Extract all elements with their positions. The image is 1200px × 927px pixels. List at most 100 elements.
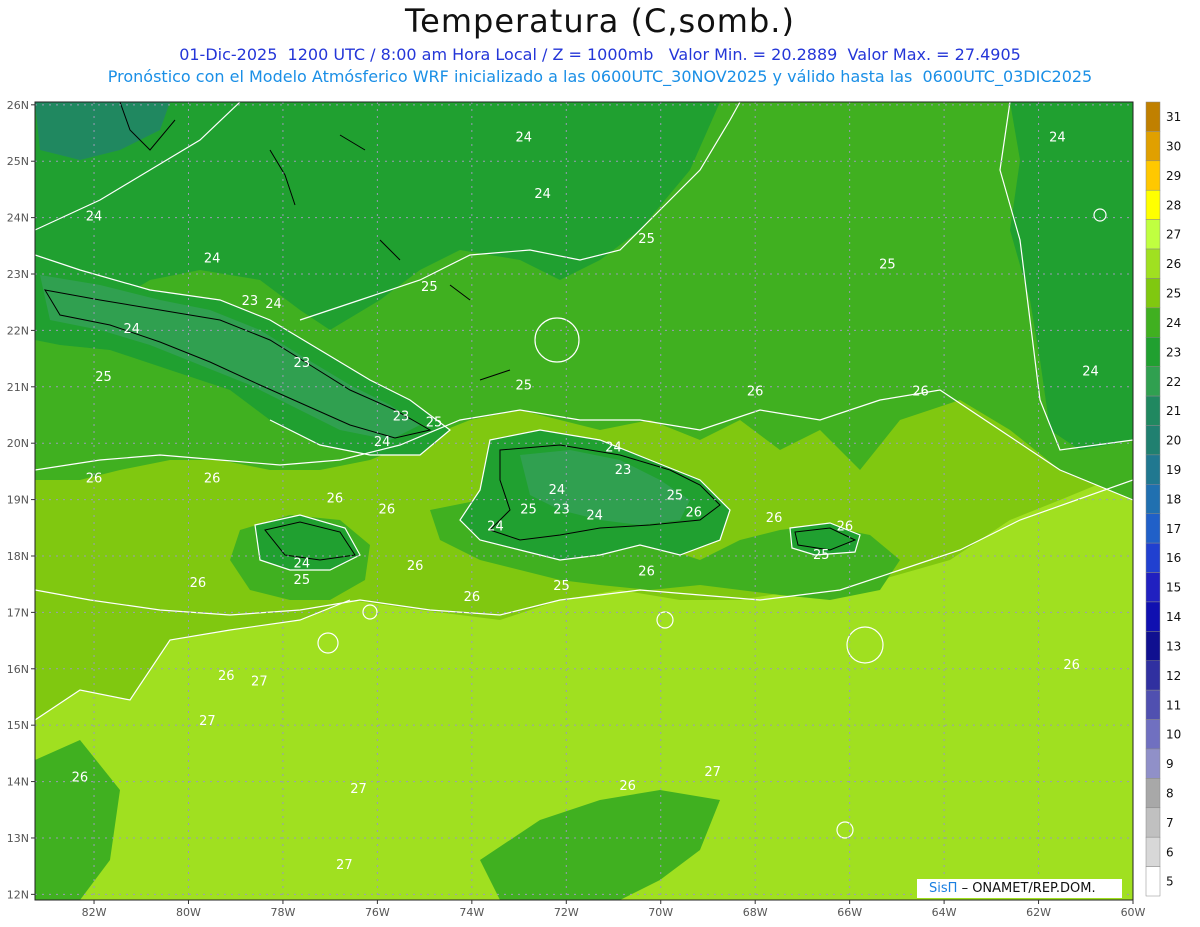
lon-label: 72W [554,906,579,919]
contour-label: 26 [464,590,481,605]
lon-label: 66W [837,906,862,919]
lat-label: 26N [7,99,29,112]
contour-label: 26 [204,472,221,487]
contour-label: 24 [124,322,141,337]
colorbar-swatch [1145,542,1161,573]
contour-label: 23 [393,410,410,425]
contour-label: 23 [553,503,570,518]
colorbar-swatch [1145,248,1161,279]
colorbar-label: 20 [1166,434,1181,448]
colorbar-swatch [1145,278,1161,309]
lat-label: 24N [7,212,29,225]
contour-label: 25 [294,573,311,588]
colorbar-label: 19 [1166,463,1181,477]
lat-label: 18N [7,550,29,563]
colorbar-label: 14 [1166,610,1181,624]
colorbar-swatch [1145,366,1161,397]
contour-label: 26 [190,576,207,591]
contour-label: 24 [534,187,551,202]
colorbar-label: 6 [1166,845,1174,859]
colorbar-label: 27 [1166,228,1181,242]
colorbar-label: 7 [1166,816,1174,830]
colorbar-label: 17 [1166,522,1181,536]
contour-label: 26 [837,520,854,535]
contour-label: 26 [407,559,424,574]
colorbar-swatch [1145,101,1161,132]
lon-label: 80W [176,906,201,919]
contour-label: 25 [667,489,684,504]
colorbar-swatch [1145,660,1161,691]
colorbar-swatch [1145,689,1161,720]
contour-label: 24 [487,520,504,535]
contour-label: 26 [638,565,655,580]
contour-label: 25 [553,579,570,594]
contour-label: 26 [747,384,764,399]
contour-label: 25 [813,548,830,563]
contour-label: 25 [638,232,655,247]
colorbar-swatch [1145,836,1161,867]
colorbar-label: 26 [1166,257,1181,271]
lon-label: 76W [365,906,390,919]
lat-label: 19N [7,494,29,507]
colorbar-swatch [1145,778,1161,809]
lat-label: 12N [7,888,29,901]
colorbar-swatch [1145,807,1161,838]
colorbar-label: 24 [1166,316,1181,330]
lon-label: 74W [459,906,484,919]
colorbar-label: 8 [1166,786,1174,800]
lon-label: 70W [648,906,673,919]
lat-label: 22N [7,324,29,337]
contour-label: 25 [421,280,438,295]
lat-label: 17N [7,606,29,619]
colorbar-swatch [1145,131,1161,162]
colorbar-label: 31 [1166,110,1181,124]
colorbar-swatch [1145,337,1161,367]
contour-label: 24 [516,130,533,145]
colorbar-swatch [1145,513,1161,544]
lat-label: 25N [7,155,29,168]
colorbar-label: 18 [1166,492,1181,506]
colorbar-label: 23 [1166,345,1181,359]
colorbar-swatch [1145,307,1161,338]
contour-label: 24 [549,483,566,498]
contour-label: 27 [704,765,721,780]
contour-label: 27 [251,675,268,690]
contour-label: 26 [619,779,636,794]
colorbar-label: 22 [1166,375,1181,389]
contour-label: 26 [1063,658,1080,673]
colorbar-swatch [1145,719,1161,750]
contour-label: 25 [520,503,537,518]
colorbar-swatch [1145,395,1161,426]
lon-label: 82W [82,906,107,919]
contour-label: 26 [912,384,929,399]
contour-label: 27 [199,714,216,729]
lon-label: 68W [743,906,768,919]
colorbar: 31 30 29 28 27 26 25 24 23 22 21 20 19 18 17 16 15 14 13 12… [1145,101,1181,897]
lat-label: 14N [7,776,29,789]
colorbar-label: 9 [1166,757,1174,771]
contour-label: 23 [294,356,311,371]
credit-box: SisΠ – ONAMET/REP.DOM. [917,879,1122,898]
contour-label: 24 [294,556,311,571]
colorbar-label: 15 [1166,581,1181,595]
colorbar-label: 30 [1166,140,1181,154]
contour-label: 27 [336,858,353,873]
contour-label: 26 [327,491,344,506]
colorbar-label: 16 [1166,551,1181,565]
contour-label: 26 [686,506,703,521]
contour-label: 23 [242,294,259,309]
colorbar-swatch [1145,484,1161,514]
colorbar-label: 29 [1166,169,1181,183]
contour-label: 24 [733,91,750,106]
contour-label: 24 [586,508,603,523]
contour-label: 26 [86,472,103,487]
contour-label: 27 [350,782,367,797]
contour-label: 26 [72,771,89,786]
contour-label: 25 [95,370,112,385]
lat-label: 21N [7,381,29,394]
colorbar-swatch [1145,160,1161,191]
credit-text: – ONAMET/REP.DOM. [961,881,1096,896]
contour-label: 24 [605,441,622,456]
contour-label: 24 [204,252,221,267]
colorbar-label: 11 [1166,698,1181,712]
